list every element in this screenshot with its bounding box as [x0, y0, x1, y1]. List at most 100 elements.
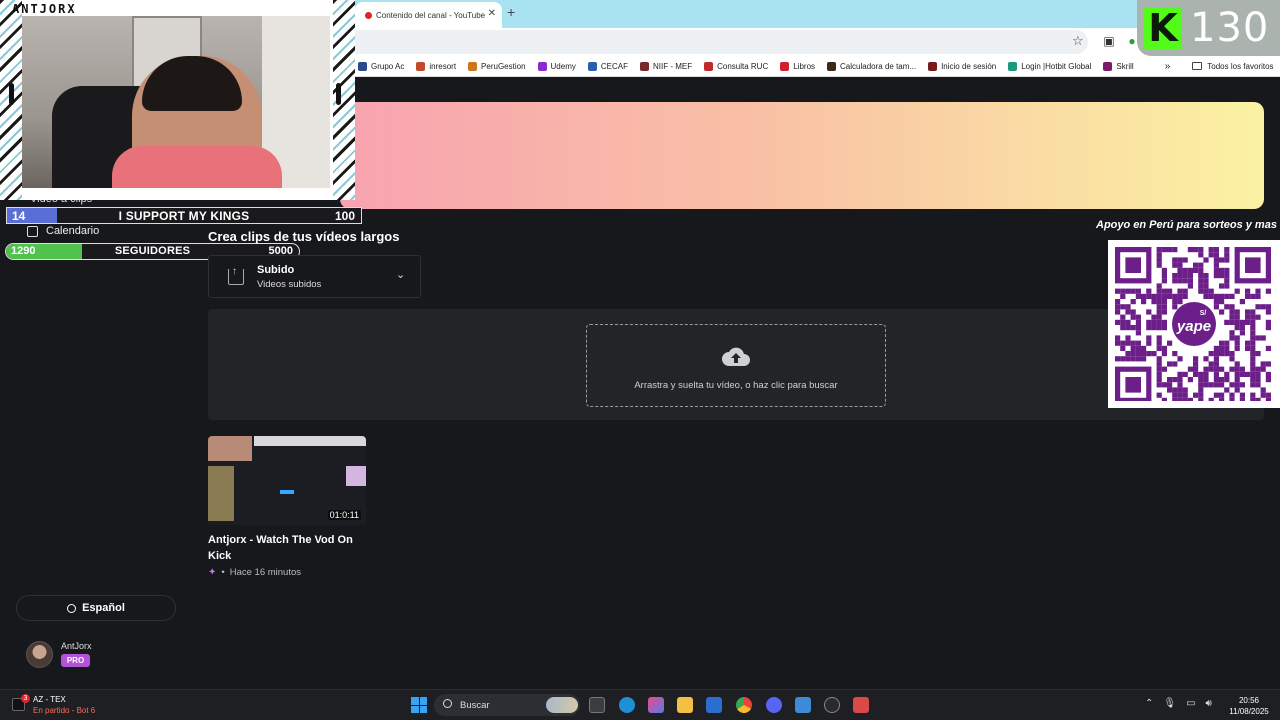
qr-module [1156, 299, 1162, 305]
qr-module [1224, 252, 1230, 258]
qr-module [1156, 304, 1162, 310]
bookmark-star-icon[interactable]: ☆ [1072, 33, 1084, 49]
qr-module [1161, 293, 1167, 299]
qr-module [1193, 371, 1199, 377]
bookmark-favicon-icon [537, 61, 547, 71]
qr-module [1161, 278, 1167, 284]
qr-module [1193, 361, 1199, 367]
bookmark-favicon-icon [468, 61, 478, 71]
chevron-up-icon[interactable]: ⌃ [1145, 698, 1153, 709]
qr-module [1219, 283, 1225, 289]
notepad-icon[interactable] [795, 697, 811, 713]
qr-module [1229, 330, 1235, 336]
qr-module [1224, 371, 1230, 377]
store-icon[interactable] [706, 697, 722, 713]
game-title: AZ - TEX [33, 695, 66, 704]
bookmark-item[interactable]: CECAF [587, 61, 628, 71]
qr-module [1245, 345, 1251, 351]
qr-module [1156, 392, 1162, 398]
meta-separator: • [221, 567, 225, 578]
qr-module [1208, 288, 1214, 294]
video-thumbnail[interactable]: 01:0:11 [208, 436, 366, 525]
edge-icon[interactable] [619, 697, 635, 713]
bookmark-item[interactable]: PeruGestion [468, 61, 526, 71]
video-title[interactable]: Antjorx - Watch The Vod On Kick [208, 532, 368, 564]
search-icon [443, 699, 452, 708]
qr-module [1260, 304, 1266, 310]
video-dropzone[interactable]: Arrastra y suelta tu vídeo, o haz clic p… [586, 324, 886, 407]
sidebar-item-label: Calendario [46, 225, 100, 237]
yape-currency-label: S/ [1200, 310, 1207, 317]
qr-module [1250, 314, 1256, 320]
qr-module [1187, 366, 1193, 372]
qr-module [1213, 273, 1219, 279]
snipping-tool-icon[interactable] [853, 697, 869, 713]
qr-module [1193, 247, 1199, 253]
qr-module [1203, 283, 1209, 289]
network-icon[interactable]: ▭ [1186, 698, 1195, 709]
user-name[interactable]: AntJorx [61, 641, 92, 651]
extension-icon[interactable]: ▣ [1102, 34, 1116, 48]
bookmark-item[interactable]: Inicio de sesión [928, 61, 996, 71]
bookmark-item[interactable]: inresort [416, 61, 456, 71]
qr-module [1156, 252, 1162, 258]
webcam-video [22, 16, 330, 188]
address-input[interactable] [355, 30, 1088, 54]
video-card[interactable]: 01:0:11 Antjorx - Watch The Vod On Kick … [208, 436, 366, 578]
avatar[interactable] [26, 641, 53, 668]
language-button[interactable]: Español [16, 595, 176, 621]
bookmark-item[interactable]: Udemy [537, 61, 576, 71]
qr-module [1161, 247, 1167, 253]
bookmark-item[interactable]: Calculadora de tam... [827, 61, 916, 71]
browser-tab[interactable]: Contenido del canal - YouTube ✕ [355, 2, 502, 28]
qr-module [1125, 309, 1131, 315]
new-tab-button[interactable]: + [507, 4, 515, 20]
qr-module [1115, 288, 1121, 294]
system-tray: ⌃ 🎙︎ ▭ 🔊︎ [1145, 698, 1212, 709]
chrome-icon[interactable] [736, 697, 752, 713]
copilot-icon[interactable] [648, 697, 664, 713]
bookmark-item[interactable]: Login |Hotbit Global [1008, 61, 1091, 71]
qr-module [1198, 273, 1204, 279]
qr-module [1234, 288, 1240, 294]
bookmark-item[interactable]: Grupo Ac [358, 61, 404, 71]
bookmark-item[interactable]: Skrill [1103, 61, 1134, 71]
qr-module [1224, 319, 1230, 325]
bookmark-item[interactable]: Consulta RUC [704, 61, 768, 71]
qr-module [1229, 382, 1235, 388]
task-view-icon[interactable] [589, 697, 605, 713]
qr-module [1203, 293, 1209, 299]
qr-module [1120, 356, 1126, 362]
qr-module [1146, 288, 1152, 294]
taskbar-clock[interactable]: 20:56 11/08/2025 [1224, 695, 1274, 717]
close-tab-icon[interactable]: ✕ [488, 8, 496, 19]
qr-module [1234, 361, 1240, 367]
qr-module [1187, 273, 1193, 279]
qr-module [1115, 309, 1121, 315]
discord-icon[interactable] [766, 697, 782, 713]
qr-module [1208, 252, 1214, 258]
windows-start-icon[interactable] [411, 697, 427, 713]
bookmark-item[interactable]: NIIF - MEF [639, 61, 692, 71]
qr-module [1177, 288, 1183, 294]
bookmarks-overflow-button[interactable]: » [1165, 61, 1171, 72]
file-explorer-icon[interactable] [677, 697, 693, 713]
all-bookmarks-button[interactable]: Todos los favoritos [1192, 62, 1274, 71]
microphone-icon[interactable]: 🎙︎ [1163, 698, 1176, 709]
volume-icon[interactable]: 🔊︎ [1206, 698, 1212, 709]
qr-module [1187, 267, 1193, 273]
qr-module [1224, 273, 1230, 279]
qr-module [1203, 278, 1209, 284]
bookmarks-bar: Grupo Ac inresort PeruGestion Udemy CECAF NII… [355, 56, 1280, 77]
qr-module [1182, 293, 1188, 299]
sidebar-item-calendar[interactable]: Calendario [27, 225, 99, 237]
upload-source-select[interactable]: ↑ Subido Videos subidos ⌄ [208, 255, 421, 298]
qr-module [1250, 351, 1256, 357]
qr-module [1182, 288, 1188, 294]
taskbar-search[interactable]: Buscar [434, 694, 580, 716]
qr-module [1187, 247, 1193, 253]
obs-icon[interactable] [824, 697, 840, 713]
qr-module [1250, 325, 1256, 331]
qr-module [1219, 377, 1225, 383]
bookmark-item[interactable]: Libros [780, 61, 815, 71]
